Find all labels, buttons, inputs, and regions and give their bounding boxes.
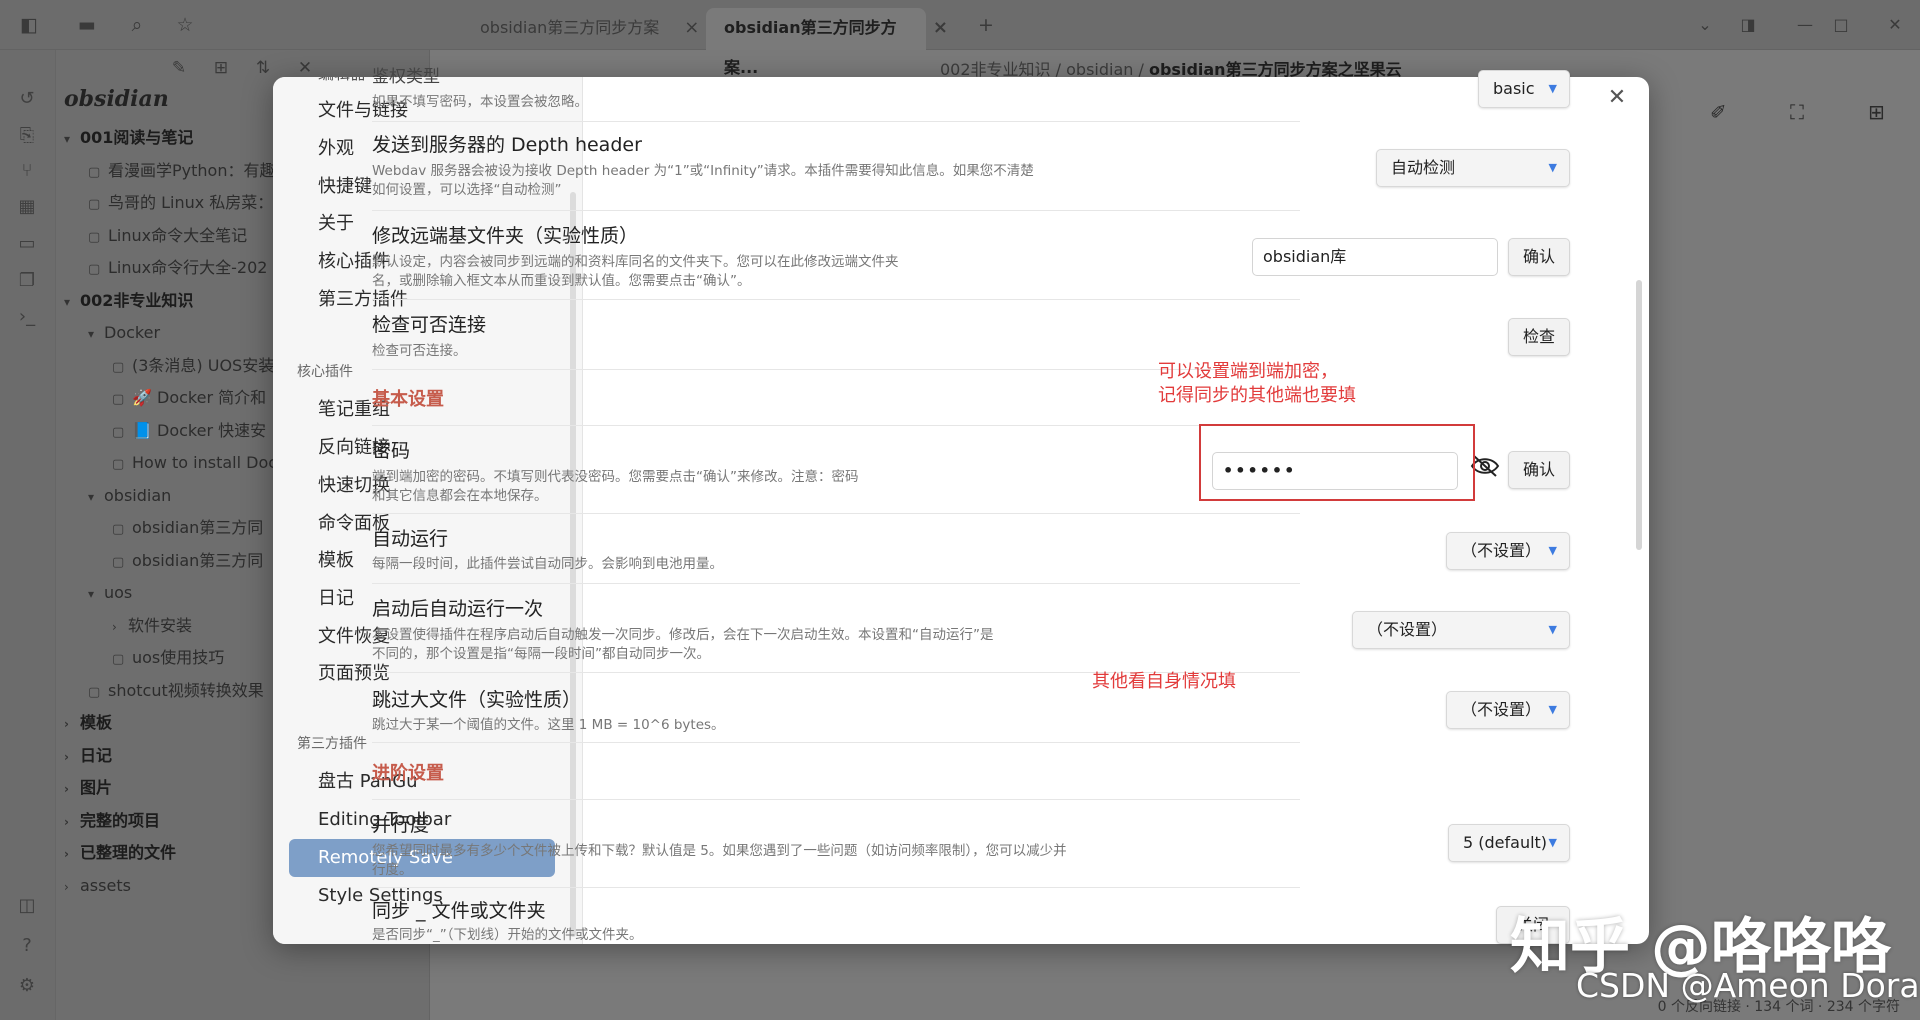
annotation-box — [1199, 424, 1475, 501]
remote-base-dir-input[interactable]: obsidian库 — [1252, 238, 1498, 276]
vault-icon[interactable]: ◫ — [16, 895, 38, 917]
setting-sync-underscore: 同步 _ 文件或文件夹 是否同步“_”（下划线）开始的文件或文件夹。 — [372, 900, 643, 943]
watermark-csdn: CSDN @Ameon Dora — [1576, 966, 1920, 1005]
chevron-down-icon: ▼ — [1548, 544, 1557, 557]
sidebar-group-core: 核心插件 — [297, 364, 353, 380]
setting-concurrency: 并行度 您希望同时最多有多少个文件被上传和下载？默认值是 5。如果您遇到了一些问… — [372, 799, 1300, 888]
password-confirm-button[interactable]: 确认 — [1508, 451, 1570, 489]
maximize-icon[interactable]: □ — [1828, 12, 1854, 38]
auto-run-select[interactable]: （不设置） ▼ — [1446, 532, 1570, 570]
skip-large-files-select[interactable]: （不设置） ▼ — [1446, 691, 1570, 729]
canvas-icon[interactable]: ▦ — [16, 196, 38, 218]
calendar-icon[interactable]: ▭ — [16, 233, 38, 255]
new-note-icon[interactable]: ✎ — [166, 58, 192, 84]
search-icon[interactable]: ⌕ — [124, 12, 150, 38]
folder-icon[interactable]: ▬ — [74, 12, 100, 38]
undo-icon[interactable]: ↺ — [16, 88, 38, 110]
left-ribbon: ↺ ⎘ ⑂ ▦ ▭ ❐ ›_ ◫ ? ⚙ — [0, 0, 56, 1020]
section-basic-settings: 基本设置 — [372, 389, 444, 410]
setting-auth-type: 鉴权类型 如果不填写密码，本设置会被忽略。 — [372, 60, 1300, 122]
tab-1[interactable]: obsidian第三方同步方案 × — [462, 8, 699, 50]
terminal-icon[interactable]: ›_ — [16, 306, 38, 328]
setting-auto-run: 自动运行 每隔一段时间，此插件尝试自动同步。会影响到电池用量。 — [372, 514, 1300, 584]
vault-name: obsidian — [64, 86, 169, 112]
setting-run-once: 启动后自动运行一次 本设置使得插件在程序启动后自动触发一次同步。修改后，会在下一… — [372, 584, 1300, 673]
auth-type-select[interactable]: basic ▼ — [1478, 70, 1570, 108]
annotation-encryption: 可以设置端到端加密， 记得同步的其他端也要填 — [1158, 361, 1356, 406]
section-advanced-settings: 进阶设置 — [372, 763, 444, 784]
setting-remote-base-dir: 修改远端基文件夹（实验性质） 默认设定，内容会被同步到远端的和资料库同名的文件夹… — [372, 211, 1300, 300]
gear-icon[interactable]: ⚙ — [16, 975, 38, 997]
title-bar: ◧ ▬ ⌕ ☆ obsidian第三方同步方案 × obsidian第三方同步方案… — [0, 0, 1920, 77]
fullscreen-icon[interactable]: ⛶ — [1790, 100, 1804, 124]
new-tab-icon[interactable]: + — [973, 12, 999, 38]
sidebar-group-third: 第三方插件 — [297, 736, 367, 752]
run-once-select[interactable]: （不设置） ▼ — [1352, 611, 1570, 649]
chevron-down-icon: ▼ — [1548, 623, 1557, 636]
highlighter-icon[interactable]: ✐ — [1710, 100, 1727, 124]
chevron-down-icon: ▼ — [1548, 161, 1557, 174]
split-view-icon[interactable]: ◨ — [1735, 12, 1761, 38]
close-tab-icon[interactable]: × — [933, 8, 948, 48]
import-icon[interactable]: ⎘ — [16, 125, 38, 147]
star-icon[interactable]: ☆ — [172, 12, 198, 38]
tab-2[interactable]: obsidian第三方同步方案... × — [706, 8, 948, 77]
annotation-other: 其他看自身情况填 — [1092, 671, 1236, 692]
chevron-down-icon[interactable]: ⌄ — [1692, 12, 1718, 38]
setting-password: 密码 端到端加密的密码。不填写则代表没密码。您需要点击“确认”来修改。注意：密码… — [372, 425, 1300, 514]
content-scrollbar[interactable] — [1636, 280, 1642, 550]
graph-icon[interactable]: ⑂ — [16, 160, 38, 182]
close-tab-icon[interactable]: × — [684, 8, 699, 48]
sidebar-toggle-icon[interactable]: ◧ — [16, 12, 42, 38]
minimize-icon[interactable]: — — [1792, 12, 1818, 38]
close-icon[interactable]: ✕ — [1604, 85, 1630, 111]
copy-icon[interactable]: ❐ — [16, 270, 38, 292]
new-folder-icon[interactable]: ⊞ — [208, 58, 234, 84]
help-icon[interactable]: ? — [16, 935, 38, 957]
setting-depth-header: 发送到服务器的 Depth header Webdav 服务器会被设为接收 De… — [372, 122, 1300, 211]
chevron-down-icon: ▼ — [1548, 82, 1557, 95]
chevron-down-icon: ▼ — [1548, 703, 1557, 716]
layout-icon[interactable]: ⊞ — [1868, 100, 1885, 124]
concurrency-select[interactable]: 5 (default) ▼ — [1448, 824, 1570, 862]
remote-dir-confirm-button[interactable]: 确认 — [1508, 238, 1570, 276]
chevron-down-icon: ▼ — [1548, 836, 1557, 849]
close-window-icon[interactable]: ✕ — [1882, 12, 1908, 38]
depth-header-select[interactable]: 自动检测 ▼ — [1376, 149, 1570, 187]
check-connection-button[interactable]: 检查 — [1508, 318, 1570, 356]
